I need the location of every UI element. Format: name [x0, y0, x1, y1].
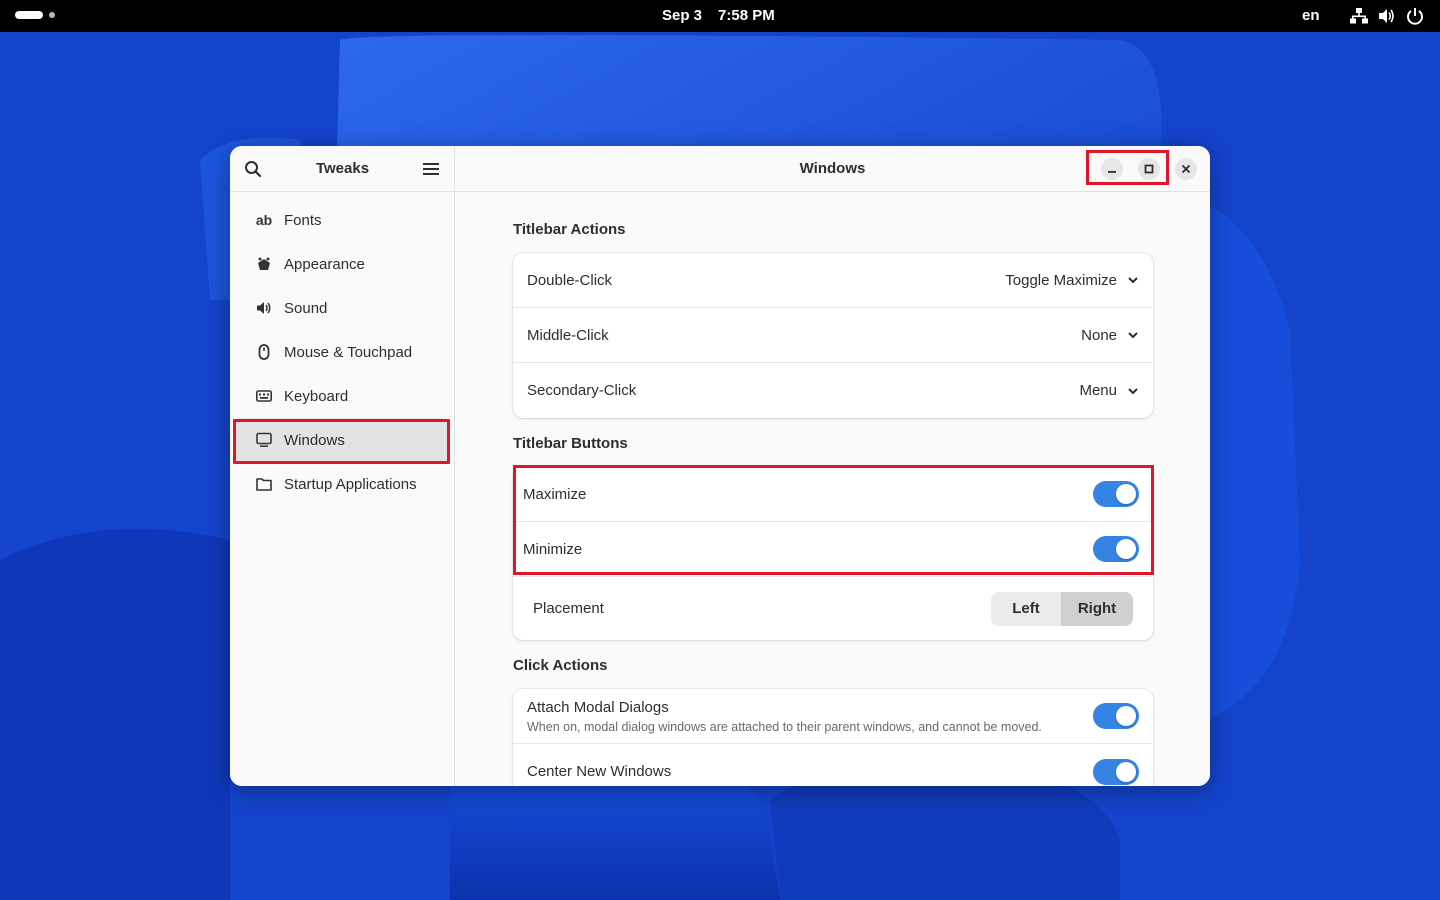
speaker-icon — [256, 300, 272, 316]
toggle-knob — [1116, 706, 1136, 726]
middle-click-row[interactable]: Middle-Click None — [513, 308, 1153, 363]
sidebar-item-appearance[interactable]: Appearance — [236, 242, 449, 286]
main-pane: Windows Titlebar Actions Double-Click To… — [455, 146, 1210, 786]
minimize-row: Minimize — [513, 522, 1153, 577]
sidebar-item-startup-applications[interactable]: Startup Applications — [236, 462, 449, 506]
row-description: When on, modal dialog windows are attach… — [527, 719, 1042, 734]
sidebar-item-sound[interactable]: Sound — [236, 286, 449, 330]
sidebar-item-label: Windows — [284, 431, 345, 449]
secondary-click-row[interactable]: Secondary-Click Menu — [513, 363, 1153, 418]
fonts-icon: ab — [255, 212, 273, 228]
minimize-toggle[interactable] — [1093, 536, 1139, 562]
sidebar-item-mouse-touchpad[interactable]: Mouse & Touchpad — [236, 330, 449, 374]
toggle-knob — [1116, 484, 1136, 504]
power-icon — [1407, 8, 1423, 25]
double-click-row[interactable]: Double-Click Toggle Maximize — [513, 253, 1153, 308]
network-icon — [1350, 8, 1368, 24]
titlebar-buttons-card: Maximize Minimize Placement Left Right — [513, 467, 1153, 640]
maximize-icon — [1144, 164, 1154, 174]
center-new-windows-row: Center New Windows — [513, 744, 1153, 786]
chevron-down-icon — [1128, 332, 1138, 339]
attach-modal-text: Attach Modal Dialogs When on, modal dial… — [527, 699, 1042, 734]
maximize-button[interactable] — [1138, 158, 1160, 180]
attach-modal-toggle[interactable] — [1093, 703, 1139, 729]
secondary-click-dropdown[interactable]: Menu — [1079, 382, 1139, 399]
activities-button[interactable] — [15, 11, 55, 19]
clock[interactable]: Sep 3 7:58 PM — [662, 7, 775, 24]
section-title-titlebar-buttons: Titlebar Buttons — [513, 435, 628, 452]
sidebar-item-windows[interactable]: Windows — [236, 418, 449, 462]
sidebar: Tweaks ab Fonts Appearance Sound Mouse &… — [230, 146, 455, 786]
sidebar-item-label: Sound — [284, 299, 328, 317]
row-label: Middle-Click — [527, 326, 609, 344]
monitor-icon — [256, 432, 272, 448]
top-bar: Sep 3 7:58 PM en — [0, 0, 1440, 32]
sidebar-item-fonts[interactable]: ab Fonts — [236, 198, 449, 242]
toggle-knob — [1116, 761, 1136, 782]
sidebar-item-label: Keyboard — [284, 387, 349, 405]
row-label: Placement — [533, 600, 604, 617]
maximize-row: Maximize — [513, 467, 1153, 522]
keyboard-layout-indicator[interactable]: en — [1302, 7, 1320, 24]
dropdown-value: Menu — [1079, 382, 1117, 399]
appearance-icon — [256, 256, 272, 272]
dropdown-value: None — [1081, 326, 1117, 344]
tweaks-window: Tweaks ab Fonts Appearance Sound Mouse &… — [230, 146, 1210, 786]
row-label: Center New Windows — [527, 763, 672, 780]
click-actions-card: Attach Modal Dialogs When on, modal dial… — [513, 689, 1153, 786]
minimize-button[interactable] — [1101, 158, 1123, 180]
section-title-titlebar-actions: Titlebar Actions — [513, 221, 626, 238]
sidebar-list: ab Fonts Appearance Sound Mouse & Touchp… — [230, 198, 455, 506]
clock-date: Sep 3 — [662, 7, 703, 24]
double-click-dropdown[interactable]: Toggle Maximize — [1005, 272, 1139, 289]
row-label: Attach Modal Dialogs — [527, 698, 669, 716]
volume-icon — [1379, 9, 1394, 23]
close-button[interactable] — [1175, 158, 1197, 180]
sidebar-item-label: Fonts — [284, 211, 322, 229]
maximize-toggle[interactable] — [1093, 481, 1139, 507]
placement-row: Placement Left Right — [513, 577, 1153, 640]
center-new-windows-toggle[interactable] — [1093, 758, 1139, 785]
titlebar-actions-card: Double-Click Toggle Maximize Middle-Clic… — [513, 253, 1153, 418]
row-label: Maximize — [523, 485, 587, 503]
clock-time: 7:58 PM — [718, 7, 775, 24]
minimize-icon — [1108, 171, 1116, 173]
placement-left-button[interactable]: Left — [991, 591, 1061, 626]
sidebar-item-label: Mouse & Touchpad — [284, 343, 413, 361]
placement-right-button[interactable]: Right — [1061, 591, 1133, 626]
mouse-icon — [256, 344, 272, 360]
section-title-click-actions: Click Actions — [513, 657, 608, 674]
workspace-indicator-active — [15, 11, 43, 19]
row-label: Minimize — [523, 540, 583, 558]
page-title: Windows — [799, 160, 866, 177]
attach-modal-row: Attach Modal Dialogs When on, modal dial… — [513, 689, 1153, 744]
sidebar-item-label: Startup Applications — [284, 475, 417, 493]
close-icon — [1181, 164, 1191, 174]
sidebar-item-keyboard[interactable]: Keyboard — [236, 374, 449, 418]
header-bar: Windows — [455, 146, 1210, 192]
toggle-knob — [1116, 539, 1136, 559]
chevron-down-icon — [1128, 277, 1138, 284]
sidebar-item-label: Appearance — [284, 255, 365, 273]
row-label: Secondary-Click — [527, 382, 637, 399]
dropdown-value: Toggle Maximize — [1005, 271, 1117, 289]
folder-icon — [256, 476, 272, 492]
placement-segmented-control: Left Right — [991, 591, 1133, 626]
middle-click-dropdown[interactable]: None — [1081, 327, 1139, 344]
hamburger-menu-icon[interactable] — [422, 161, 440, 177]
system-tray[interactable] — [1350, 7, 1424, 25]
keyboard-icon — [256, 388, 272, 404]
row-label: Double-Click — [527, 271, 613, 289]
sidebar-header: Tweaks — [230, 146, 454, 192]
workspace-indicator — [49, 12, 55, 18]
chevron-down-icon — [1128, 387, 1138, 394]
